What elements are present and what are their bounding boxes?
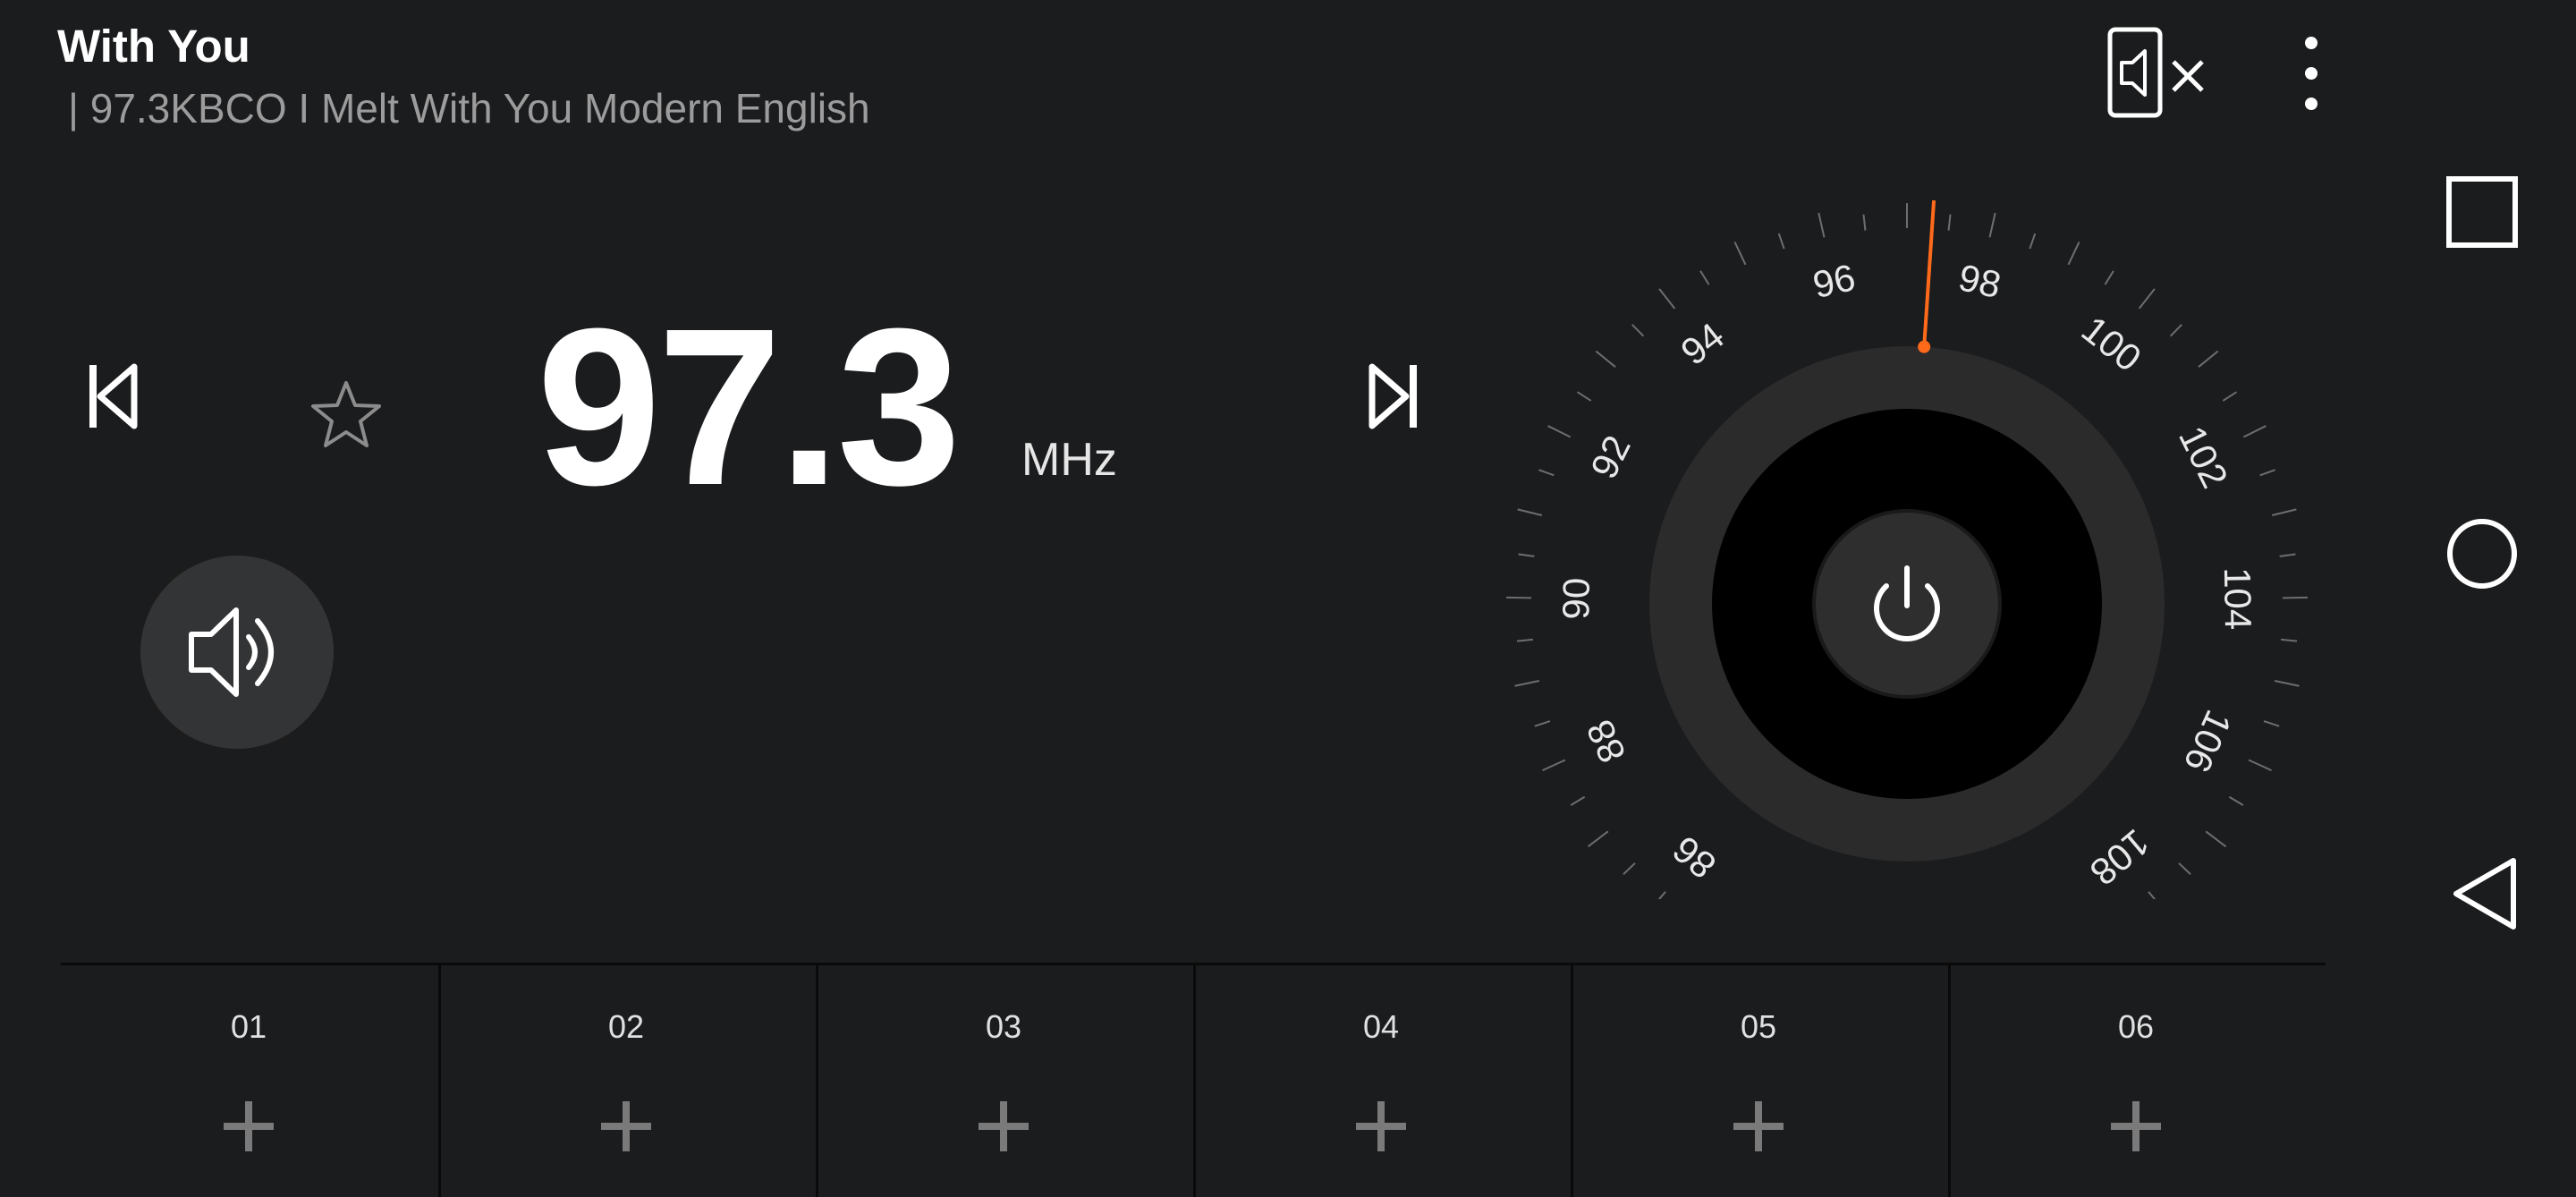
preset-number: 06 (2117, 1008, 2155, 1045)
dial-tick (1818, 212, 1826, 238)
recents-icon[interactable] (2445, 175, 2519, 249)
dial-tick (1862, 214, 1867, 231)
preset-separator (1571, 965, 1573, 1197)
power-button[interactable] (1812, 509, 2002, 699)
dial-label: 106 (2176, 704, 2241, 778)
tuning-dial[interactable]: 86 88 90 92 94 96 98 100 102 104 106 108 (1485, 183, 2326, 899)
speaker-button[interactable] (134, 549, 340, 755)
dial-label: 92 (1582, 429, 1639, 485)
preset-number: 04 (1362, 1008, 1400, 1045)
preset-separator (1948, 965, 1951, 1197)
favorite-star-icon[interactable] (309, 379, 383, 449)
dial-tick (1542, 759, 1566, 772)
dial-label: 102 (2171, 420, 2236, 495)
dial-tick (1657, 891, 1666, 899)
preset-slot-03[interactable]: 03 (816, 965, 1191, 1197)
dial-tick (1517, 508, 1543, 516)
add-preset-icon[interactable] (599, 1099, 653, 1153)
dial-tick (1570, 795, 1586, 806)
dial-label: 90 (1555, 577, 1597, 619)
dial-tick (2029, 233, 2037, 250)
add-preset-icon[interactable] (977, 1099, 1030, 1153)
dial-tick (1947, 214, 1952, 231)
dial-tick (2178, 862, 2191, 875)
preset-number: 02 (607, 1008, 645, 1045)
add-preset-icon[interactable] (1354, 1099, 1408, 1153)
dial-tick (2281, 638, 2298, 642)
rds-text: | 97.3KBCO I Melt With You Modern Englis… (68, 85, 870, 132)
next-station-icon[interactable] (1367, 363, 1419, 429)
dial-tick (2242, 425, 2267, 438)
station-title: With You (57, 21, 250, 72)
back-icon[interactable] (2451, 857, 2519, 930)
dial-tick (2274, 680, 2300, 687)
dial-tick (1658, 288, 1676, 310)
dial-tick (1595, 350, 1616, 368)
dial-tick (1587, 830, 1609, 848)
dial-tick (1576, 391, 1592, 402)
dial-tick (1777, 233, 1785, 250)
dial-tick (2271, 508, 2297, 516)
dial-tick (1699, 270, 1710, 285)
dial-tick (1518, 553, 1535, 557)
more-options-icon[interactable] (2292, 32, 2331, 115)
dial-tick (2104, 270, 2114, 285)
dial-tick (1538, 469, 1555, 477)
dial-tick (2148, 891, 2157, 899)
dial-tick (1534, 720, 1551, 727)
preset-slot-05[interactable]: 05 (1571, 965, 1946, 1197)
dial-tick (2205, 830, 2227, 848)
dial-label: 94 (1673, 314, 1732, 373)
add-preset-icon[interactable] (2109, 1099, 2163, 1153)
dial-tick (2198, 350, 2219, 368)
dial-tick (1988, 212, 1996, 238)
needle-line (1922, 200, 1936, 347)
dial-tick (2067, 242, 2080, 266)
frequency-display: 97.3 (537, 282, 962, 531)
dial-label: 100 (2074, 308, 2149, 379)
dial-tick (1623, 862, 1636, 875)
preset-separator (438, 965, 441, 1197)
dial-tick (2222, 391, 2238, 402)
dial-tick (2169, 324, 2182, 337)
preset-number: 05 (1740, 1008, 1777, 1045)
add-preset-icon[interactable] (1732, 1099, 1785, 1153)
dial-tick (1631, 324, 1645, 337)
dial-tick (1516, 638, 1533, 642)
dial-label: 104 (2216, 567, 2259, 631)
preset-slot-01[interactable]: 01 (61, 965, 436, 1197)
dial-tick (1547, 425, 1572, 438)
dial-tick (1514, 680, 1540, 687)
preset-separator (1193, 965, 1196, 1197)
dial-label: 108 (2082, 821, 2157, 894)
dial-tick (2248, 759, 2272, 772)
speaker-mute-icon[interactable] (2107, 27, 2213, 120)
add-preset-icon[interactable] (222, 1099, 275, 1153)
dial-tick (2263, 720, 2280, 727)
tuning-needle[interactable] (1918, 200, 1936, 353)
preset-slot-06[interactable]: 06 (1948, 965, 2324, 1197)
preset-slot-02[interactable]: 02 (438, 965, 814, 1197)
frequency-unit: MHz (1021, 434, 1117, 486)
dial-label: 96 (1809, 256, 1860, 306)
preset-number: 01 (230, 1008, 267, 1045)
needle-dot (1918, 340, 1931, 353)
dial-tick (2279, 553, 2296, 557)
dial-label: 98 (1955, 256, 2005, 306)
preset-number: 03 (985, 1008, 1022, 1045)
dial-tick (1733, 242, 1747, 266)
dial-tick (2138, 288, 2156, 310)
preset-slot-04[interactable]: 04 (1193, 965, 1569, 1197)
dial-label: 88 (1578, 714, 1633, 769)
dial-label: 86 (1665, 828, 1724, 887)
dial-tick (2259, 469, 2275, 477)
preset-separator (816, 965, 818, 1197)
dial-tick (2228, 795, 2244, 806)
previous-station-icon[interactable] (88, 363, 140, 429)
home-icon[interactable] (2445, 517, 2519, 590)
